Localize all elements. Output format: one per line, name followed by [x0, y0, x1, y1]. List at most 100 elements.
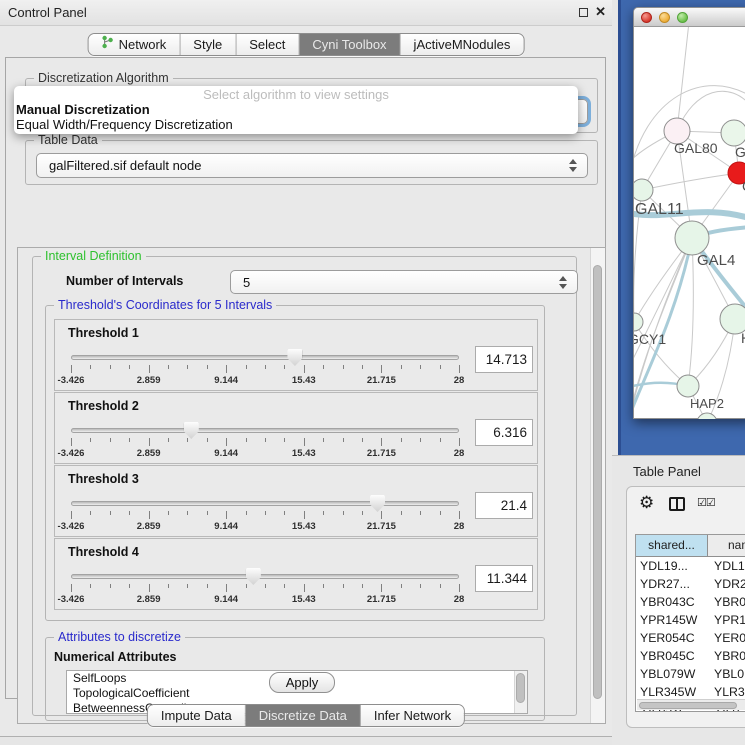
table-row[interactable]: YBR045CYBR0 — [636, 647, 745, 665]
tick-mark — [323, 438, 324, 442]
threshold-value-field[interactable]: 21.4 — [475, 492, 533, 519]
split-column-icon[interactable] — [669, 497, 685, 511]
network-node[interactable] — [675, 221, 709, 255]
close-icon[interactable]: ✕ — [595, 4, 606, 20]
gear-icon[interactable]: ⚙ — [639, 493, 654, 513]
dropdown-option[interactable]: Equal Width/Frequency Discretization — [14, 117, 578, 132]
threshold-value-field[interactable]: 6.316 — [475, 419, 533, 446]
table-row[interactable]: YER054CYER0 — [636, 629, 745, 647]
network-node[interactable] — [677, 375, 699, 397]
tick-mark — [71, 511, 72, 519]
tick-mark — [323, 365, 324, 369]
network-node[interactable] — [634, 313, 643, 331]
combo-arrows-icon — [559, 276, 568, 289]
network-canvas[interactable]: GAL80GACGAL11GAL4GCY1HHAP2 — [634, 27, 745, 419]
table-row[interactable]: YDL19...YDL1 — [636, 557, 745, 575]
tick-label: 15.43 — [292, 521, 316, 532]
tab-network[interactable]: Network — [89, 34, 181, 55]
table-data-combobox[interactable]: galFiltered.sif default node — [36, 153, 588, 178]
tick-mark — [401, 438, 402, 442]
tick-label: 9.144 — [214, 448, 238, 459]
table-row[interactable]: YBL079WYBL0 — [636, 665, 745, 683]
apply-button[interactable]: Apply — [269, 672, 335, 693]
slider-track[interactable] — [71, 574, 459, 579]
group-title: Interval Definition — [41, 249, 146, 263]
tab-infer-network[interactable]: Infer Network — [361, 705, 464, 726]
zoom-traffic-light[interactable] — [677, 12, 688, 23]
scrollbar-thumb[interactable] — [593, 265, 602, 699]
right-region: GAL80GACGAL11GAL4GCY1HHAP2 Table Panel ⚙… — [612, 0, 745, 745]
close-traffic-light[interactable] — [641, 12, 652, 23]
tab-jactivemnodules[interactable]: jActiveMNodules — [401, 34, 524, 55]
network-window-titlebar[interactable] — [634, 8, 745, 27]
slider-tick-labels: -3.4262.8599.14415.4321.71528 — [71, 594, 459, 605]
slider-thumb[interactable] — [370, 495, 385, 512]
cyni-mode-tabs: Impute DataDiscretize Data Infer Network — [147, 704, 465, 727]
tab-label: Network — [119, 34, 167, 55]
tick-label: 15.43 — [292, 594, 316, 605]
slider-thumb[interactable] — [184, 422, 199, 439]
tab-style[interactable]: Style — [180, 34, 236, 55]
slider-thumb[interactable] — [287, 349, 302, 366]
slider-track[interactable] — [71, 428, 459, 433]
table-row[interactable]: YDR27...YDR2 — [636, 575, 745, 593]
tick-mark — [168, 511, 169, 515]
number-of-intervals-label: Number of Intervals — [66, 274, 183, 288]
tick-mark — [71, 584, 72, 592]
slider-track[interactable] — [71, 355, 459, 360]
tick-label: -3.426 — [58, 375, 85, 386]
tick-mark — [226, 584, 227, 592]
tick-mark — [440, 438, 441, 442]
settings-scrollbar[interactable] — [590, 248, 605, 723]
tick-mark — [207, 511, 208, 515]
tick-mark — [459, 584, 460, 592]
tab-label: jActiveMNodules — [414, 34, 511, 55]
tick-label: 2.859 — [137, 521, 161, 532]
slider-track[interactable] — [71, 501, 459, 506]
tab-label: Infer Network — [374, 705, 451, 726]
tick-label: 9.144 — [214, 594, 238, 605]
float-window-icon[interactable] — [579, 8, 588, 17]
select-columns-icon[interactable]: ☑☑ — [697, 496, 715, 509]
tick-mark — [149, 438, 150, 446]
table-row[interactable]: YPR145WYPR1 — [636, 611, 745, 629]
threshold-value-field[interactable]: 11.344 — [475, 565, 533, 592]
cell-shared-name: YBL079W — [636, 665, 708, 683]
column-header-shared[interactable]: shared... — [636, 535, 708, 556]
network-node[interactable] — [634, 179, 653, 201]
number-of-intervals-combobox[interactable]: 5 — [230, 270, 578, 294]
tick-mark — [381, 511, 382, 519]
tick-mark — [149, 511, 150, 519]
tick-mark — [362, 438, 363, 442]
threshold-value-field[interactable]: 14.713 — [475, 346, 533, 373]
tick-label: 2.859 — [137, 448, 161, 459]
attributes-scrollbar[interactable] — [514, 671, 527, 713]
tab-discretize-data[interactable]: Discretize Data — [246, 705, 361, 726]
slider-thumb[interactable] — [246, 568, 261, 585]
network-node[interactable] — [721, 120, 745, 146]
dropdown-option[interactable]: Manual Discretization — [14, 102, 578, 117]
table-row[interactable]: YBR043CYBR0 — [636, 593, 745, 611]
tick-mark — [246, 584, 247, 588]
table-panel: Table Panel ⚙ ☑☑ shared... name YDL19...… — [612, 455, 745, 745]
tick-label: 9.144 — [214, 521, 238, 532]
network-node[interactable] — [697, 413, 717, 419]
scrollbar-thumb[interactable] — [516, 673, 525, 703]
tick-mark — [168, 584, 169, 588]
network-view-window: GAL80GACGAL11GAL4GCY1HHAP2 — [633, 7, 745, 419]
tick-mark — [381, 438, 382, 446]
scrollbar-thumb[interactable] — [639, 702, 737, 709]
cell-shared-name: YBR043C — [636, 593, 708, 611]
column-header-name[interactable]: name — [708, 535, 745, 556]
tick-mark — [284, 365, 285, 369]
tick-mark — [381, 584, 382, 592]
tab-impute-data[interactable]: Impute Data — [148, 705, 246, 726]
minimize-traffic-light[interactable] — [659, 12, 670, 23]
tab-cyni-toolbox[interactable]: Cyni Toolbox — [299, 34, 400, 55]
dropdown-hint: Select algorithm to view settings — [14, 87, 578, 102]
tab-select[interactable]: Select — [236, 34, 299, 55]
table-horizontal-scrollbar[interactable] — [637, 699, 745, 710]
table-data-value: galFiltered.sif default node — [37, 154, 587, 177]
node-attribute-table[interactable]: shared... name YDL19...YDL1YDR27...YDR2Y… — [635, 534, 745, 712]
tick-mark — [362, 584, 363, 588]
